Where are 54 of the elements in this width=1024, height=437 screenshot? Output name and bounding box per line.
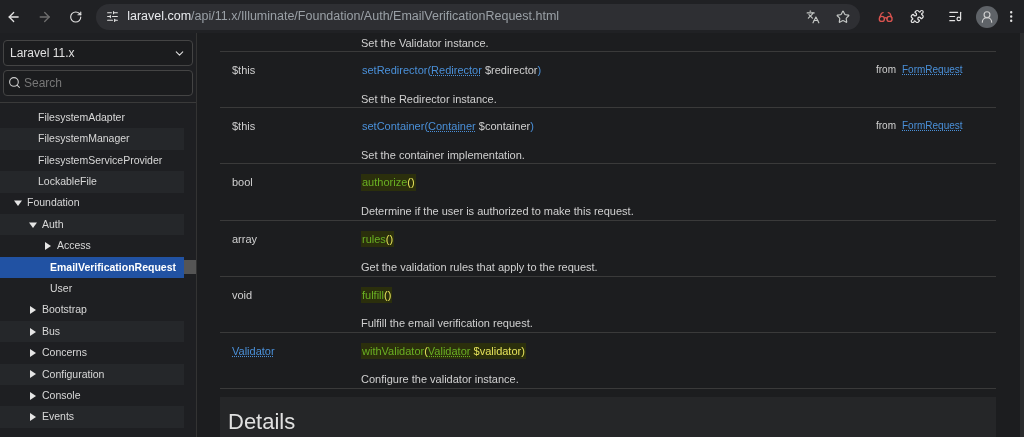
details-heading: Details [220,397,996,437]
method-description: Set the Validator instance. [220,33,996,52]
address-bar[interactable]: laravel.com/api/11.x/Illuminate/Foundation/Auth/EmailVerificationRequest.html [96,3,861,30]
tree-item[interactable]: Bus [0,320,184,343]
site-info-icon[interactable] [106,10,120,23]
caret-right-icon [29,370,37,379]
search-icon [8,76,21,89]
caret-right-icon [29,391,37,400]
reload-icon[interactable] [68,9,83,24]
caret-right-icon [29,306,37,315]
bookmark-star-icon[interactable] [836,9,851,24]
media-icon[interactable] [948,9,963,24]
url-text: laravel.com/api/11.x/Illuminate/Foundation/Auth/EmailVerificationRequest.html [127,8,560,26]
method-signature[interactable]: setContainer(Container $container) [361,118,535,135]
method-signature[interactable]: withValidator(Validator $validator) [361,342,526,360]
extensions-icon[interactable] [909,9,925,24]
method-description: Set the Redirector instance. [361,91,498,107]
return-type: bool [232,176,253,189]
method-signature[interactable]: authorize() [361,174,416,191]
caret-right-icon [29,327,37,336]
caret-right-icon [29,413,37,422]
method-description: Get the validation rules that apply to the request. [361,260,599,275]
tree-item[interactable]: Auth [0,213,184,236]
return-type: array [232,232,258,245]
caret-right-icon [29,349,37,357]
return-type: void [232,288,253,301]
parent-class-link[interactable]: FormRequest [902,62,963,108]
tree-item[interactable]: EmailVerificationRequest [0,256,184,279]
caret-down-icon [29,220,37,229]
parent-class-link[interactable]: FormRequest [902,118,963,164]
caret-down-icon [14,199,22,208]
tree-item[interactable]: FilesystemManager [0,128,184,150]
method-signature[interactable]: setRedirector(Redirector $redirector) [361,62,543,79]
method-description: Fulfill the email verification request. [361,316,534,332]
version-select[interactable]: Laravel 11.x [3,40,193,66]
method-signature[interactable]: fulfill() [361,286,393,304]
return-type: $this [232,120,256,133]
caret-right-icon [44,242,52,251]
method-description: Set the container implementation. [361,147,526,163]
search-field[interactable]: Search [3,70,193,96]
method-description: Determine if the user is authorized to make this request. [361,203,635,219]
from-label: from [876,119,896,134]
from-label: from [876,63,896,77]
profile-avatar[interactable] [976,5,998,28]
tree-item[interactable]: Events [0,406,184,428]
translate-icon[interactable] [806,9,821,24]
tree-item[interactable]: LockableFile [0,171,184,193]
method-description: Configure the validator instance. [361,372,520,388]
method-signature[interactable]: rules() [361,230,395,247]
scrollbar-thumb[interactable] [184,260,196,274]
return-type: $this [232,64,256,76]
type-link[interactable]: Validator [232,344,275,357]
tree-item[interactable]: Configuration [0,363,184,386]
person-icon [980,9,995,24]
